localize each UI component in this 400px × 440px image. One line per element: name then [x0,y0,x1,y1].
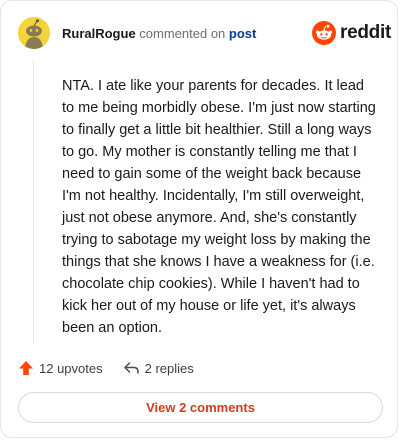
replies-count: 2 replies [144,360,194,376]
avatar[interactable] [18,17,50,49]
snoo-avatar-icon [18,17,50,49]
upvote-count: 12 upvotes [39,360,103,376]
view-comments-button[interactable]: View 2 comments [18,392,383,423]
commented-on-text: commented on [139,26,226,41]
comment-header: RuralRogue commented on post [62,27,256,41]
reddit-snoo-icon [312,21,336,45]
reddit-logo[interactable]: reddit [312,21,391,45]
comment-body: NTA. I ate like your parents for decades… [62,78,376,336]
comment-card: RuralRogue commented on post reddit NTA.… [0,0,398,438]
reply-arrow-icon [123,362,139,374]
brand-name: reddit [340,22,391,43]
upvote-arrow-icon [19,361,33,375]
upvote-button[interactable]: 12 upvotes [18,360,103,376]
replies-button[interactable]: 2 replies [123,360,194,376]
thread-line[interactable] [33,61,34,343]
post-link[interactable]: post [229,26,256,41]
username[interactable]: RuralRogue [62,26,136,41]
comment-footer: 12 upvotes 2 replies [18,357,194,379]
